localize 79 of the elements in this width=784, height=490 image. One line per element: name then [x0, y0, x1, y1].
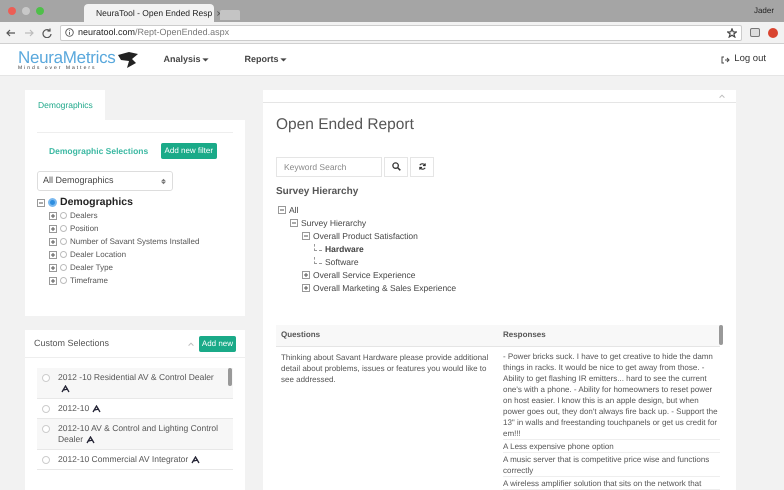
tree-item[interactable]: Software: [325, 256, 359, 268]
tree-item[interactable]: Overall Product Satisfaction: [313, 230, 418, 242]
scrollbar-thumb[interactable]: [228, 368, 232, 386]
url-text: neuratool.com/Rept-OpenEnded.aspx: [78, 26, 230, 39]
expand-icon[interactable]: [49, 212, 57, 220]
selection-item[interactable]: 2012 -10 Residential AV & Control Dealer: [37, 368, 233, 399]
tree-item[interactable]: All: [289, 204, 298, 216]
question-cell: Thinking about Savant Hardware please provide additional detail about problems, issues or features you would like to see addressed.: [276, 346, 498, 490]
radio-button[interactable]: [42, 456, 50, 464]
section-heading: Demographic Selections: [49, 144, 148, 158]
expand-icon[interactable]: [49, 276, 57, 284]
hierarchy-title: Survey Hierarchy: [276, 184, 360, 198]
nav-menu[interactable]: Reports: [244, 52, 287, 66]
collapse-icon[interactable]: [302, 232, 310, 240]
expand-icon[interactable]: [49, 250, 57, 258]
selection-label: 2012-10 Commercial AV Integrator: [58, 454, 200, 465]
radio-button[interactable]: [48, 198, 57, 207]
tree-item[interactable]: Timeframe: [70, 274, 108, 286]
info-icon: [65, 28, 74, 37]
demographics-select[interactable]: All Demographics: [37, 171, 173, 191]
response-text: A Less expensive phone option: [503, 440, 720, 453]
expand-icon[interactable]: [49, 224, 57, 232]
address-bar[interactable]: neuratool.com/Rept-OpenEnded.aspx: [60, 24, 742, 40]
caret-icon: [280, 56, 287, 63]
tree-item[interactable]: Position: [70, 222, 98, 234]
search-icon: [392, 162, 400, 171]
selection-label: 2012 -10 Residential AV & Control Dealer: [58, 372, 219, 394]
bird-logo-icon: [117, 50, 140, 68]
tree-item[interactable]: Hardware: [325, 242, 364, 256]
expand-icon[interactable]: [302, 271, 310, 279]
back-icon[interactable]: [6, 28, 16, 38]
collapse-icon[interactable]: [278, 206, 286, 214]
radio-button[interactable]: [60, 238, 67, 245]
expand-icon[interactable]: [302, 284, 310, 292]
selection-label: 2012-10: [58, 403, 102, 414]
tree-item[interactable]: Dealers: [70, 210, 98, 222]
expand-icon[interactable]: [49, 238, 57, 246]
scrollbar-thumb[interactable]: [719, 324, 723, 344]
tree-item[interactable]: Dealer Location: [70, 248, 126, 260]
tab-title: NeuraTool - Open Ended Resp: [96, 6, 212, 20]
search-button[interactable]: [384, 156, 408, 176]
nav-menu[interactable]: Analysis: [163, 52, 209, 66]
report-title: Open Ended Report: [276, 115, 415, 136]
refresh-button[interactable]: [410, 156, 434, 176]
tree-item[interactable]: Dealer Type: [70, 262, 113, 274]
column-header: Questions: [276, 324, 498, 346]
logo-text: NeuraMetrics: [18, 48, 116, 66]
selection-item[interactable]: 2012-10 AV & Control and Lighting Control Dealer: [37, 419, 233, 450]
tree-item[interactable]: Number of Savant Systems Installed: [70, 236, 200, 248]
radio-button[interactable]: [60, 251, 67, 258]
bookmark-star-icon[interactable]: [727, 28, 737, 38]
tree-item[interactable]: Overall Marketing & Sales Experience: [313, 282, 456, 294]
radio-button[interactable]: [42, 405, 50, 413]
collapse-icon[interactable]: [290, 219, 298, 227]
reload-icon[interactable]: [42, 28, 52, 38]
radio-button[interactable]: [60, 264, 67, 271]
tree-item[interactable]: Demographics: [60, 194, 133, 210]
radio-button[interactable]: [60, 212, 67, 219]
refresh-icon: [418, 162, 426, 171]
expand-icon[interactable]: [49, 264, 57, 272]
radio-button[interactable]: [42, 425, 50, 433]
profile-name[interactable]: Jader: [754, 5, 774, 17]
response-text: A music server that is competitive price wise and functions correctly: [503, 453, 720, 477]
response-text: - Power bricks suck. I have to get creative to hide the damn things in racks. It would be nice to get away from those. - Ability to get flashing IR emitters... hard to see the current one's with a phone. - Ability for homeowners to reset power on host easier. I know this is an apple design, but when power goes out, they don't always fire back up. - Support the 13" in walls and freestanding touchpanels or get us credit for em!!!: [503, 350, 720, 440]
tree-item[interactable]: Survey Hierarchy: [301, 216, 366, 230]
collapse-icon[interactable]: [37, 198, 45, 206]
response-text: A wireless amplifier solution that sits on the network that: [503, 477, 720, 490]
radio-button[interactable]: [60, 225, 67, 232]
panel-title: Custom Selections: [34, 336, 110, 350]
logout-icon: [721, 56, 730, 64]
selection-label: 2012-10 AV & Control and Lighting Control Dealer: [58, 423, 219, 445]
logout-link[interactable]: Log out: [734, 52, 766, 67]
caret-icon: [202, 56, 209, 63]
column-header: Responses: [498, 324, 720, 346]
radio-button[interactable]: [60, 277, 67, 284]
tree-item[interactable]: Overall Service Experience: [313, 268, 416, 282]
radio-button[interactable]: [42, 374, 50, 382]
select-arrows-icon: [160, 178, 167, 184]
keyword-search-field[interactable]: Keyword Search: [276, 156, 382, 176]
